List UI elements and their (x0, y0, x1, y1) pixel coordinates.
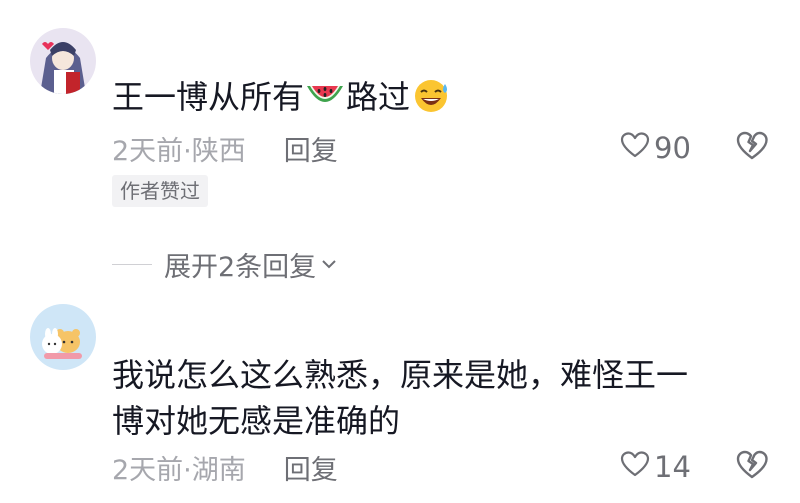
chevron-down-icon (320, 257, 338, 271)
comment-time: 2天前·陕西 (112, 135, 246, 167)
watermelon-emoji-icon (305, 78, 345, 114)
avatar[interactable] (30, 28, 96, 94)
expand-replies-button[interactable]: 展开2条回复 (112, 244, 338, 284)
comment-meta: 2天前·陕西 回复 (112, 129, 338, 168)
like-count: 90 (654, 131, 691, 165)
heart-outline-icon (620, 131, 654, 166)
comment-text-line: 博对她无感是准确的 (112, 402, 401, 440)
grinning-sweat-emoji-icon (411, 78, 451, 114)
avatar[interactable] (30, 304, 96, 370)
expand-replies-label: 展开2条回复 (164, 251, 317, 283)
comment-time: 2天前·湖南 (112, 454, 246, 486)
like-button[interactable]: 14 (620, 449, 691, 485)
comment-text: 王一博从所有 路过 (112, 74, 452, 120)
reply-button[interactable]: 回复 (284, 129, 338, 168)
heart-outline-icon (620, 450, 654, 485)
like-button[interactable]: 90 (620, 130, 691, 166)
comment-text-part: 路过 (346, 78, 411, 116)
divider-line (112, 263, 152, 265)
reply-button[interactable]: 回复 (284, 448, 338, 487)
comment-text-line: 我说怎么这么熟悉，原来是她，难怪王一 (112, 356, 689, 394)
author-liked-badge: 作者赞过 (112, 175, 208, 207)
comment-meta: 2天前·湖南 回复 (112, 448, 338, 487)
comment-text-part: 王一博从所有 (112, 78, 305, 116)
dislike-button[interactable] (734, 449, 772, 485)
broken-heart-icon (734, 131, 770, 166)
dislike-button[interactable] (734, 130, 772, 166)
broken-heart-icon (734, 450, 770, 485)
like-count: 14 (654, 450, 691, 484)
